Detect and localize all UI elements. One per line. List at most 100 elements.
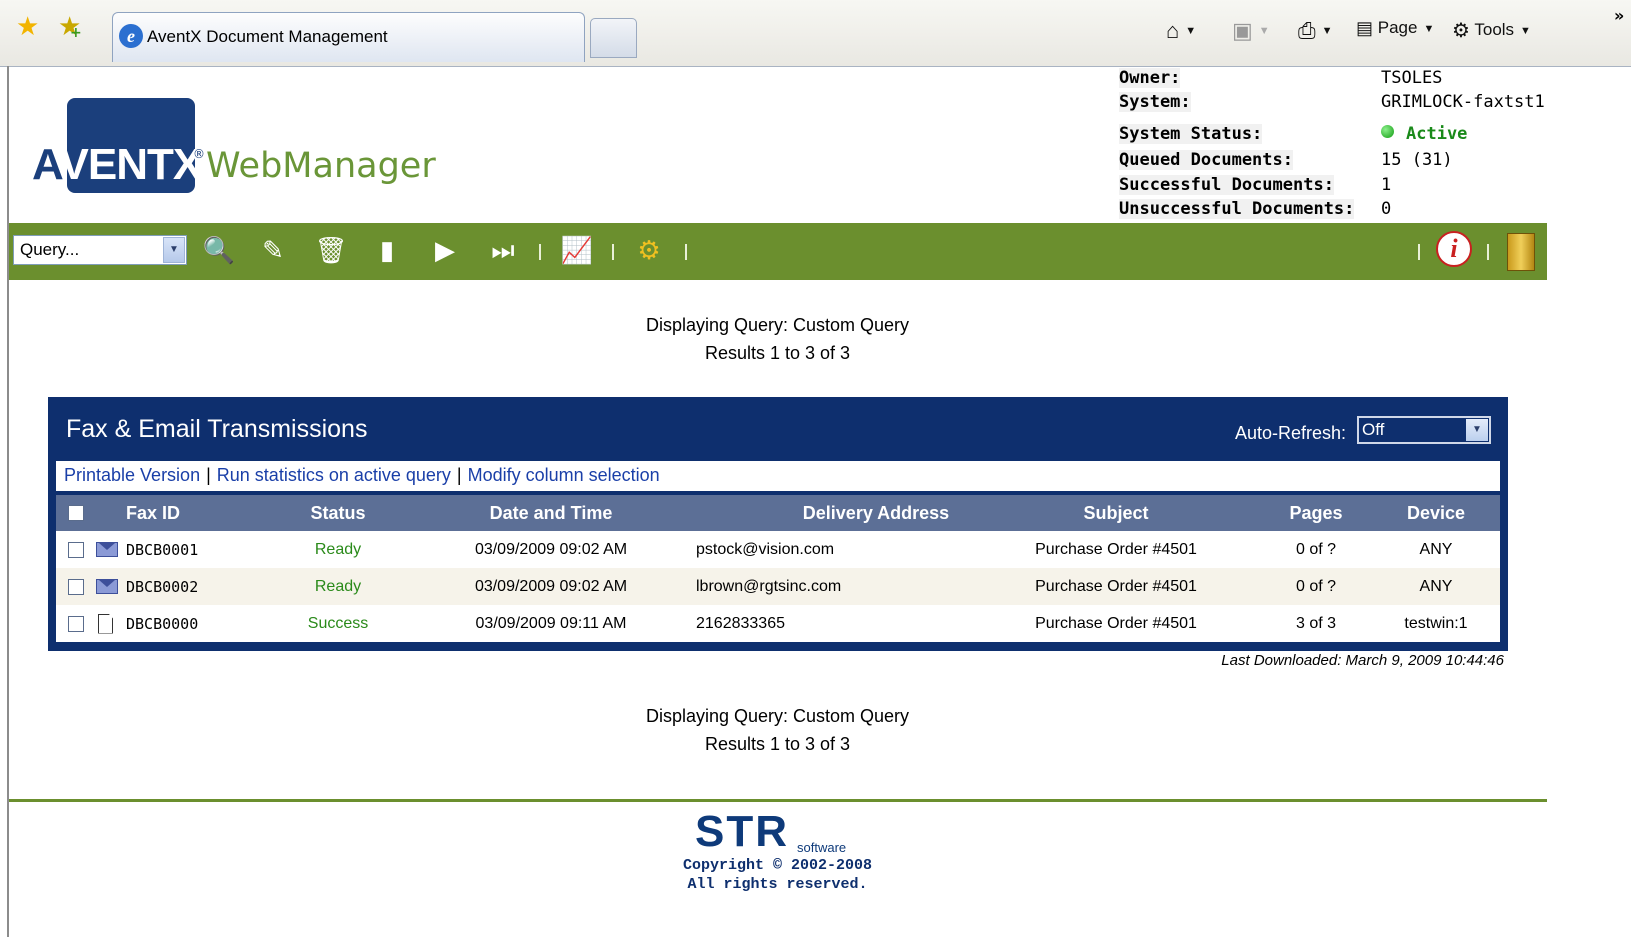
system-label: System: — [1119, 92, 1191, 112]
status-cell: Ready — [314, 540, 362, 558]
query-summary-top: Displaying Query: Custom Query Results 1… — [0, 311, 1555, 367]
auto-refresh-label: Auto-Refresh: — [1235, 423, 1347, 443]
str-software-logo: STR software — [695, 807, 847, 856]
table-row[interactable]: DBCB0000 Success 03/09/2009 09:11 AM 216… — [56, 605, 1500, 642]
chevron-down-icon[interactable]: ▼ — [163, 237, 185, 263]
column-header-pages[interactable]: Pages — [1266, 495, 1366, 531]
registered-mark: ® — [193, 147, 205, 161]
toolbar-separator — [612, 244, 614, 260]
status-cell: Ready — [314, 577, 362, 595]
owner-label: Owner: — [1119, 68, 1181, 88]
device-cell: ANY — [1419, 540, 1453, 558]
forward-document-icon[interactable]: ⏭ — [485, 233, 521, 269]
subject-cell: Purchase Order #4501 — [1035, 614, 1197, 632]
column-header-subject[interactable]: Subject — [1016, 495, 1216, 531]
select-all-checkbox[interactable] — [68, 505, 84, 521]
column-header-date-time[interactable]: Date and Time — [466, 495, 636, 531]
table-row[interactable]: DBCB0002 Ready 03/09/2009 09:02 AM lbrow… — [56, 568, 1500, 605]
chevron-more-icon[interactable]: » — [1614, 6, 1624, 25]
next-document-icon[interactable]: ▶ — [427, 233, 463, 269]
logo-product-name: WebManager — [206, 146, 436, 186]
favorites-star-icon[interactable]: ★ — [16, 14, 39, 40]
fax-id-cell: DBCB0001 — [126, 540, 199, 559]
home-icon: ⌂ — [1166, 18, 1180, 43]
column-header-status[interactable]: Status — [286, 495, 390, 531]
browser-toolbar: ★ ★ + e AventX Document Management ⌂ ▼ ▣ ▼ … — [0, 0, 1631, 67]
system-status-label: System Status: — [1119, 124, 1263, 144]
grid-links-bar: Printable Version | Run statistics on acti… — [56, 461, 1500, 491]
page-menu[interactable]: ▤ Page ▼ — [1356, 18, 1434, 39]
row-checkbox[interactable] — [68, 578, 84, 595]
delivery-address-cell: 2162833365 — [696, 614, 785, 632]
envelope-icon — [96, 542, 118, 557]
print-button[interactable]: ⎙ ▼ — [1298, 18, 1333, 44]
column-header-delivery-address[interactable]: Delivery Address — [716, 495, 1036, 531]
home-button[interactable]: ⌂ ▼ — [1166, 18, 1196, 44]
printer-icon: ⎙ — [1298, 18, 1316, 43]
date-time-cell: 03/09/2009 09:11 AM — [475, 614, 627, 632]
delete-icon[interactable]: 🗑 — [313, 233, 349, 269]
toolbar-separator — [539, 244, 541, 260]
toolbar-separator — [1487, 244, 1489, 260]
query-name-text: Displaying Query: Custom Query — [645, 706, 910, 726]
logo-brand: AVENTX — [32, 140, 202, 189]
column-header-device[interactable]: Device — [1386, 495, 1486, 531]
date-time-cell: 03/09/2009 09:02 AM — [474, 540, 628, 558]
browser-tab-active[interactable]: e AventX Document Management — [112, 12, 585, 62]
row-checkbox[interactable] — [68, 541, 84, 558]
queued-documents-label: Queued Documents: — [1119, 150, 1293, 170]
transmissions-panel: Fax & Email Transmissions Auto-Refresh: … — [48, 397, 1508, 651]
envelope-icon — [96, 579, 118, 594]
subject-cell: Purchase Order #4501 — [1035, 540, 1197, 558]
page-border — [7, 66, 9, 937]
system-value: GRIMLOCK-faxtst1 — [1381, 92, 1545, 112]
view-document-icon[interactable]: ▮ — [369, 233, 405, 269]
page-icon: ▤ — [1356, 18, 1374, 39]
results-count-text: Results 1 to 3 of 3 — [704, 734, 851, 754]
tools-menu[interactable]: ⚙ Tools ▼ — [1452, 18, 1531, 43]
add-favorite-icon[interactable]: ★ + — [58, 14, 82, 41]
edit-icon[interactable]: ✎ — [255, 233, 291, 269]
fax-id-cell: DBCB0000 — [126, 614, 199, 633]
feed-icon: ▣ — [1232, 18, 1253, 43]
feeds-button[interactable]: ▣ ▼ — [1232, 18, 1270, 44]
new-tab-button[interactable] — [590, 18, 637, 58]
results-count-text: Results 1 to 3 of 3 — [704, 343, 851, 363]
ie-logo-icon: e — [119, 24, 143, 48]
settings-icon[interactable]: ⚙ — [631, 233, 667, 269]
column-header-fax-id[interactable]: Fax ID — [126, 495, 180, 531]
unsuccessful-documents-label: Unsuccessful Documents: — [1119, 199, 1355, 219]
chevron-down-icon[interactable]: ▼ — [1466, 419, 1488, 441]
gear-icon: ⚙ — [1452, 20, 1470, 42]
pages-cell: 3 of 3 — [1295, 614, 1337, 632]
info-icon[interactable]: i — [1436, 231, 1472, 267]
modify-columns-link[interactable]: Modify column selection — [468, 465, 660, 485]
run-statistics-link[interactable]: Run statistics on active query — [217, 465, 451, 485]
last-downloaded-text: Last Downloaded: March 9, 2009 10:44:46 — [1221, 652, 1504, 669]
exit-icon[interactable] — [1507, 233, 1535, 271]
printable-version-link[interactable]: Printable Version — [64, 465, 200, 485]
panel-title: Fax & Email Transmissions — [66, 415, 368, 443]
auto-refresh-select[interactable]: Off ▼ — [1357, 416, 1491, 444]
status-indicator-icon — [1381, 125, 1394, 138]
successful-documents-label: Successful Documents: — [1119, 175, 1334, 195]
fax-id-cell: DBCB0002 — [126, 577, 199, 596]
footer-divider — [9, 799, 1547, 802]
toolbar-separator — [685, 244, 687, 260]
document-icon — [98, 613, 113, 634]
pages-cell: 0 of ? — [1295, 577, 1337, 595]
row-checkbox[interactable] — [68, 615, 84, 632]
device-cell: testwin:1 — [1404, 614, 1468, 632]
statistics-icon[interactable]: 📈 — [559, 233, 595, 269]
query-select[interactable]: Query... ▼ — [13, 235, 187, 265]
table-row[interactable]: DBCB0001 Ready 03/09/2009 09:02 AM pstoc… — [56, 531, 1500, 568]
system-status-value: Active — [1381, 124, 1467, 144]
query-name-text: Displaying Query: Custom Query — [645, 315, 910, 335]
queued-documents-value: 15 (31) — [1381, 150, 1453, 170]
search-icon[interactable]: 🔍 — [201, 233, 237, 269]
delivery-address-cell: lbrown@rgtsinc.com — [696, 577, 842, 595]
successful-documents-value: 1 — [1381, 175, 1392, 195]
subject-cell: Purchase Order #4501 — [1035, 577, 1197, 595]
table-header: Fax ID Status Date and Time Delivery Add… — [56, 495, 1500, 531]
device-cell: ANY — [1419, 577, 1453, 595]
